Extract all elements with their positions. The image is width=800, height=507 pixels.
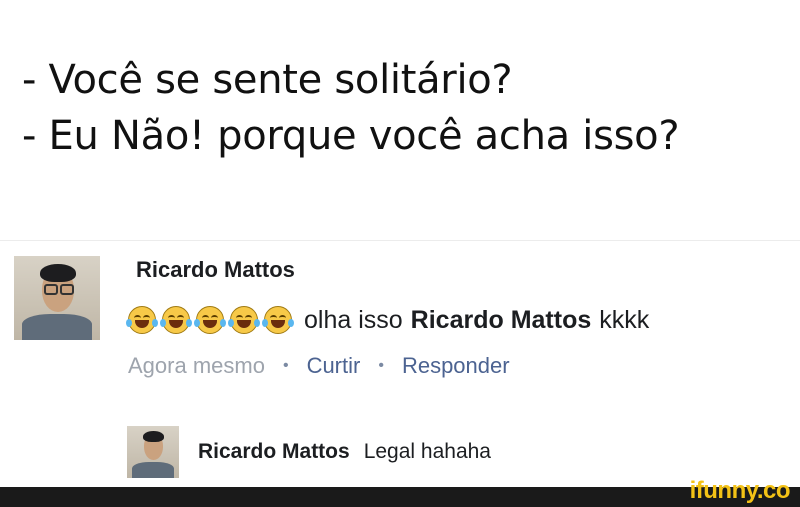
laughing-tears-emoji-icon <box>194 306 226 334</box>
separator-dot: • <box>282 357 289 374</box>
reply-avatar[interactable] <box>127 426 179 478</box>
like-link[interactable]: Curtir <box>307 353 361 379</box>
meme-caption: - Você se sente solitário? - Eu Não! por… <box>22 52 680 164</box>
reply-author[interactable]: Ricardo Mattos <box>198 440 350 464</box>
comment-text: olha isso <box>304 305 403 334</box>
comment-body: olha isso Ricardo Mattos kkkk <box>126 302 650 338</box>
reply-link[interactable]: Responder <box>402 353 510 379</box>
laughing-tears-emoji-icon <box>160 306 192 334</box>
reply-text: Legal hahaha <box>363 440 491 463</box>
comment-actions: Agora mesmo • Curtir • Responder <box>128 353 510 379</box>
caption-line-1: - Você se sente solitário? <box>22 57 513 103</box>
divider <box>0 240 800 241</box>
separator-dot: • <box>378 357 384 374</box>
emoji-group <box>126 306 294 334</box>
laughing-tears-emoji-icon <box>262 306 294 334</box>
caption-line-2: - Eu Não! porque você acha isso? <box>22 113 680 159</box>
comment-timestamp: Agora mesmo <box>128 353 265 378</box>
comment-suffix: kkkk <box>599 305 650 334</box>
watermark-logo: ifunny.co <box>689 477 791 504</box>
comment-author[interactable]: Ricardo Mattos <box>136 257 295 283</box>
laughing-tears-emoji-icon <box>126 306 158 334</box>
laughing-tears-emoji-icon <box>228 306 260 334</box>
reply-row: Ricardo Mattos Legal hahaha <box>198 440 491 464</box>
avatar[interactable] <box>14 256 100 340</box>
footer-bar <box>0 487 800 507</box>
comment-mention[interactable]: Ricardo Mattos <box>411 306 592 335</box>
